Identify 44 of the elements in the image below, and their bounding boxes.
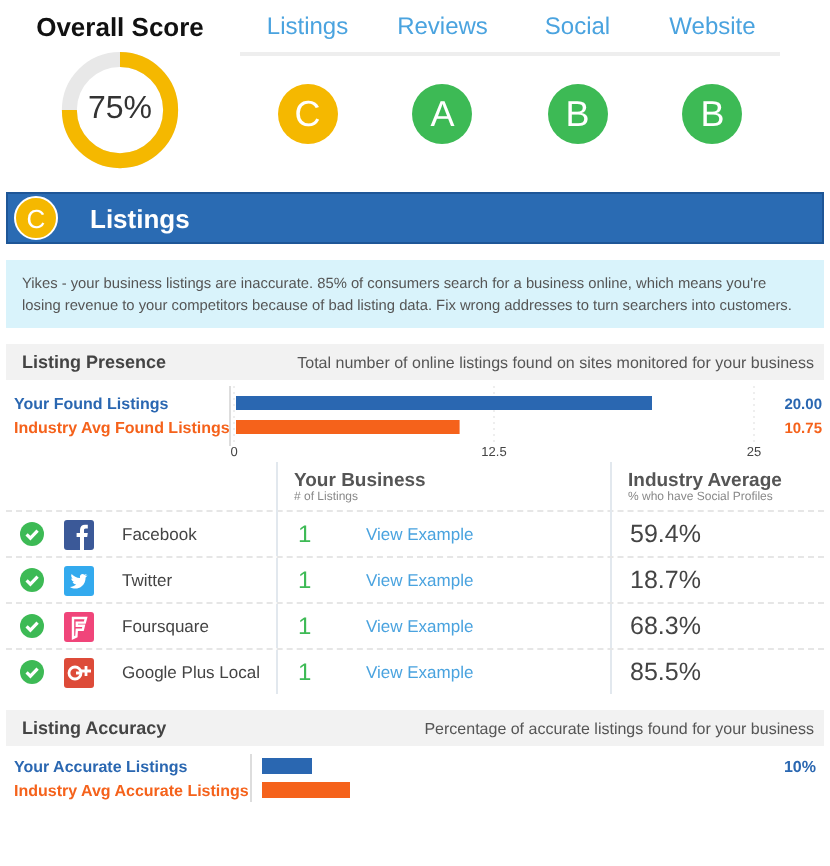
- section-bar-title: Listing Accuracy: [22, 718, 167, 738]
- view-example-link[interactable]: View Example: [366, 662, 474, 682]
- google-plus-icon: [64, 657, 94, 687]
- score-donut: [60, 50, 180, 170]
- listing-count: 1: [298, 566, 314, 594]
- section-bar-title: Listing Presence: [22, 352, 167, 372]
- chart-category-label: Industry Avg Found Listings: [14, 419, 230, 437]
- column-title: Industry Average: [628, 470, 784, 492]
- site-name: Google Plus Local: [122, 662, 260, 682]
- score-value: 75%: [87, 92, 153, 128]
- accuracy-label: Industry Avg Accurate Listings: [12, 781, 250, 799]
- section-bar-description: Total number of online listings found on sites monitored for your business: [297, 353, 814, 371]
- grade-badge: B: [547, 84, 608, 144]
- twitter-icon: [64, 565, 94, 595]
- accuracy-label: Your Accurate Listings: [12, 757, 190, 775]
- industry-average: 59.4%: [630, 520, 701, 548]
- grade-badge: A: [412, 84, 473, 144]
- grade-badge: C: [277, 84, 338, 144]
- accuracy-value: 10%: [781, 757, 818, 775]
- overall-score-title: Overall Score: [36, 12, 204, 42]
- view-example-link[interactable]: View Example: [366, 570, 474, 590]
- site-name: Facebook: [122, 524, 197, 544]
- industry-average: 85.5%: [630, 658, 701, 686]
- site-name: Foursquare: [122, 616, 209, 636]
- category-tab[interactable]: Social: [510, 12, 645, 40]
- column-title: Your Business: [294, 470, 428, 492]
- listing-count: 1: [298, 658, 314, 686]
- view-example-link[interactable]: View Example: [366, 524, 474, 544]
- category-tab[interactable]: Listings: [240, 12, 375, 40]
- category-tab[interactable]: Website: [645, 12, 780, 40]
- site-name: Twitter: [122, 570, 173, 590]
- section-bar-description: Percentage of accurate listings found for your business: [424, 719, 814, 737]
- foursquare-icon: [64, 611, 94, 641]
- industry-average: 18.7%: [630, 566, 701, 594]
- listing-count: 1: [298, 520, 314, 548]
- grade-badge: B: [682, 84, 743, 144]
- grade-badge: C: [14, 196, 58, 240]
- facebook-icon: [64, 519, 94, 549]
- listing-count: 1: [298, 612, 314, 640]
- view-example-link[interactable]: View Example: [366, 616, 474, 636]
- industry-average: 68.3%: [630, 612, 701, 640]
- section-title: Listings: [90, 203, 190, 233]
- category-tab[interactable]: Reviews: [375, 12, 510, 40]
- chart-category-label: Your Found Listings: [14, 395, 169, 413]
